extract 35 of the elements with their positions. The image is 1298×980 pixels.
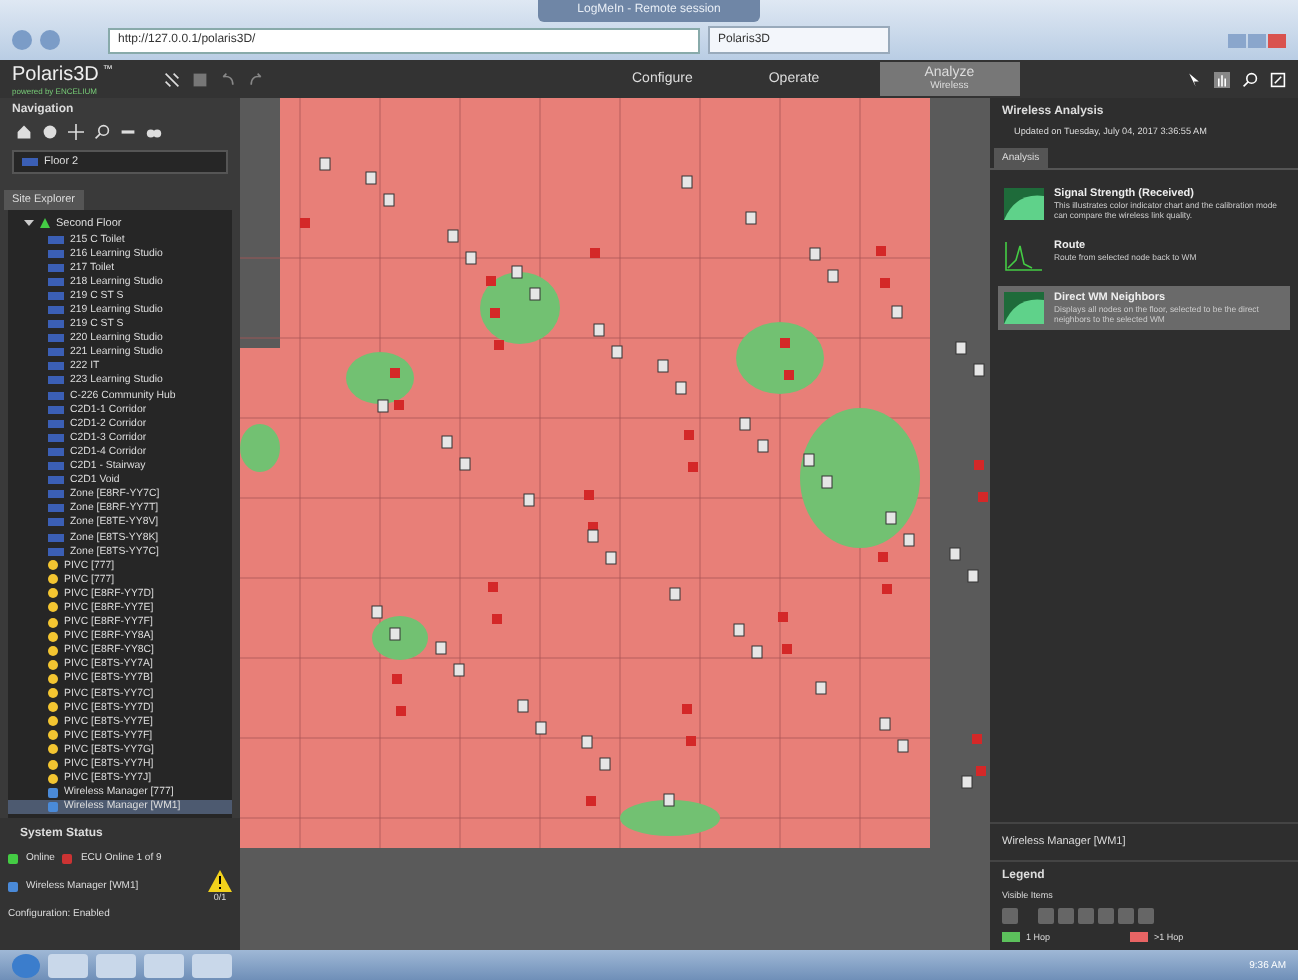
grid-toggle-icon[interactable] xyxy=(1002,908,1018,924)
home-icon[interactable] xyxy=(16,124,32,140)
route-graph-icon xyxy=(1004,240,1044,272)
expand-caret-icon[interactable] xyxy=(24,218,34,228)
heatmap-thumbnail-icon xyxy=(1004,188,1044,220)
binoculars-icon[interactable] xyxy=(146,124,162,140)
zoom-icon[interactable] xyxy=(1242,71,1258,87)
coverage-area xyxy=(240,424,280,472)
coverage-area xyxy=(480,272,560,344)
close-button[interactable] xyxy=(1268,33,1286,47)
redo-icon[interactable] xyxy=(248,71,264,87)
fullscreen-icon[interactable] xyxy=(1270,71,1286,87)
coverage-area xyxy=(620,800,720,836)
coverage-area xyxy=(800,408,920,548)
minus-icon[interactable] xyxy=(120,124,136,140)
pointer-icon[interactable] xyxy=(1186,71,1202,87)
wireless-manager-icon xyxy=(8,881,18,891)
move-icon[interactable] xyxy=(68,124,84,140)
heatmap-thumbnail-icon xyxy=(1004,292,1044,324)
warning-icon[interactable] xyxy=(208,870,232,892)
online-icon xyxy=(8,853,18,863)
ecu-icon xyxy=(62,853,73,863)
undo-icon[interactable] xyxy=(220,71,236,87)
zoom-icon[interactable] xyxy=(94,124,110,140)
satellite-icon[interactable] xyxy=(164,71,180,87)
start-button[interactable] xyxy=(12,953,40,977)
coverage-area xyxy=(372,616,428,660)
forward-button[interactable] xyxy=(40,30,60,50)
coverage-area xyxy=(346,352,414,404)
app-logo: Polaris3D xyxy=(12,63,99,85)
minimize-button[interactable] xyxy=(1228,33,1246,47)
maximize-button[interactable] xyxy=(1248,33,1266,47)
coverage-area xyxy=(736,322,824,394)
tree-root-icon xyxy=(40,218,50,228)
back-button[interactable] xyxy=(12,30,32,50)
